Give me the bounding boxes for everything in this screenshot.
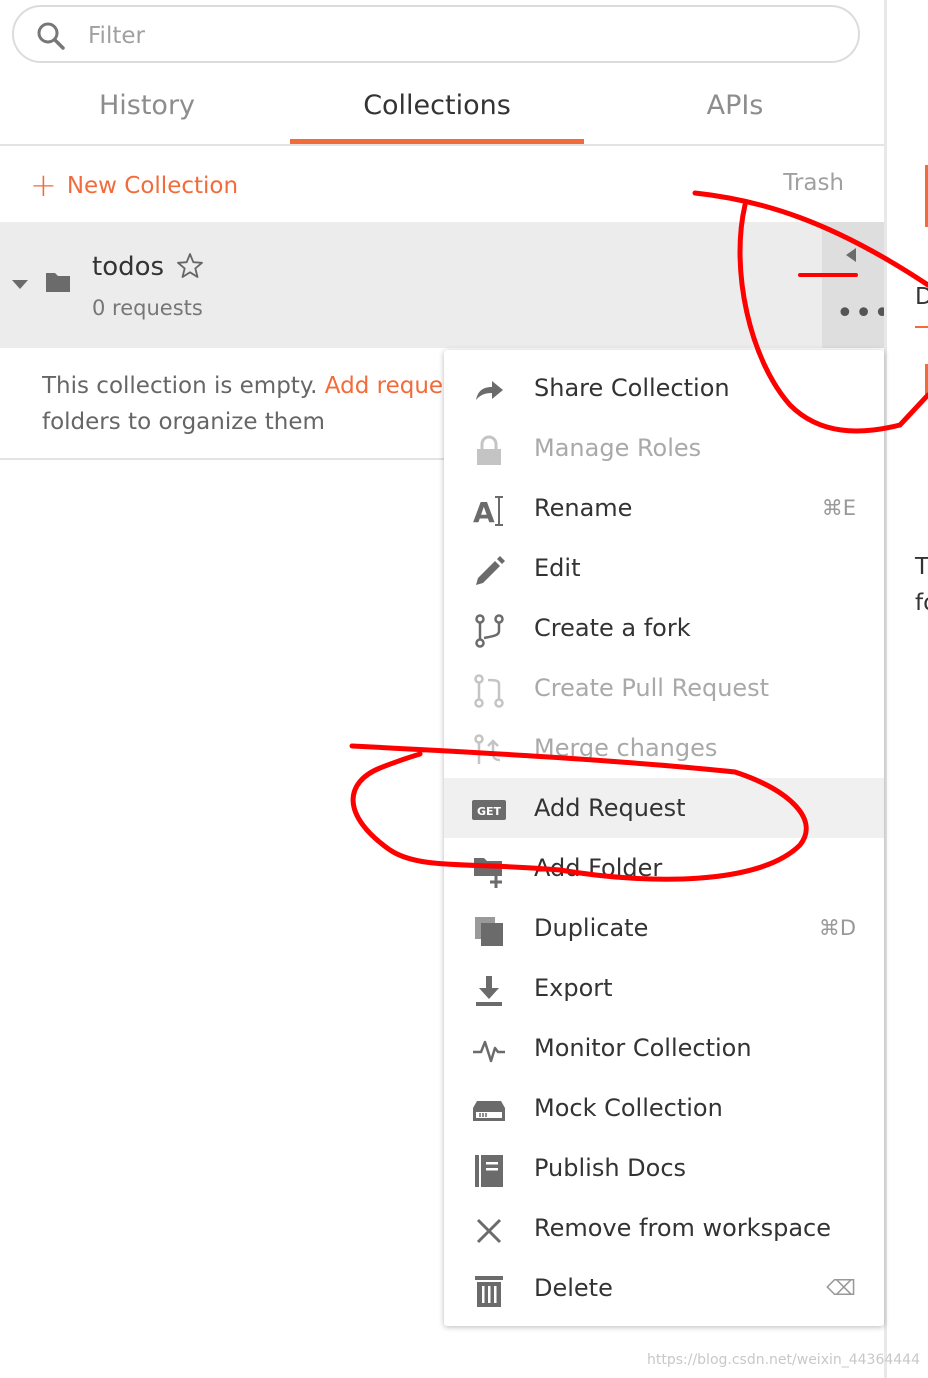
menu-item-share-collection[interactable]: Share Collection: [444, 360, 884, 420]
menu-item-add-folder[interactable]: Add Folder: [444, 840, 884, 900]
right-edge-text: T: [915, 554, 928, 580]
tab-apis[interactable]: APIs: [588, 70, 882, 144]
duplicate-icon: [475, 917, 503, 946]
docs-icon: [475, 1155, 503, 1187]
close-icon: [476, 1218, 502, 1244]
menu-item-label: Mock Collection: [534, 1094, 723, 1122]
add-request-link[interactable]: Add reques: [325, 373, 442, 399]
right-edge-text: D: [915, 284, 928, 310]
menu-item-label: Delete: [534, 1274, 613, 1302]
lock-icon: [477, 435, 501, 465]
menu-item-edit[interactable]: Edit: [444, 540, 884, 600]
menu-item-label: Manage Roles: [534, 434, 702, 462]
empty-collection-message: This collection is empty. Add reques fol…: [42, 368, 442, 440]
merge-icon: [474, 734, 501, 764]
menu-item-label: Monitor Collection: [534, 1034, 752, 1062]
menu-item-export[interactable]: Export: [444, 960, 884, 1020]
menu-item-label: Rename: [534, 494, 633, 522]
shortcut-hint: ⌫: [826, 1276, 856, 1300]
menu-item-label: Add Folder: [534, 854, 663, 882]
trash-icon: [475, 1276, 503, 1307]
menu-item-manage-roles[interactable]: Manage Roles: [444, 420, 884, 480]
main-panel-edge: D T fo: [887, 0, 928, 1378]
folder-icon: [46, 273, 70, 292]
caret-down-icon[interactable]: [12, 280, 28, 289]
trash-link[interactable]: Trash: [783, 170, 844, 196]
collection-row[interactable]: todos 0 requests •••: [0, 222, 891, 348]
rename-icon: A: [473, 496, 503, 528]
share-icon: [476, 381, 503, 400]
star-icon[interactable]: [176, 252, 204, 280]
menu-item-label: Create Pull Request: [534, 674, 770, 702]
tab-history[interactable]: History: [0, 70, 294, 144]
add-folder-icon: [474, 858, 502, 888]
get-badge: GET: [477, 805, 502, 818]
pulse-icon: [473, 1040, 505, 1063]
filter-input[interactable]: [86, 19, 790, 53]
menu-item-delete[interactable]: Delete ⌫: [444, 1260, 884, 1320]
download-icon: [476, 976, 502, 1006]
caret-left-icon[interactable]: [846, 248, 856, 262]
tab-underline: [915, 326, 928, 328]
menu-item-label: Share Collection: [534, 374, 730, 402]
pull-request-icon: [474, 674, 504, 708]
right-edge-text: fo: [915, 590, 928, 616]
menu-item-label: Merge changes: [534, 734, 718, 762]
collection-side-panel: •••: [822, 222, 891, 348]
menu-item-create-fork[interactable]: Create a fork: [444, 600, 884, 660]
empty-text-line2: folders to organize them: [42, 409, 325, 435]
collection-actions: + New Collection Trash: [0, 146, 884, 222]
shortcut-hint: ⌘D: [818, 916, 856, 940]
menu-item-rename[interactable]: A Rename ⌘E: [444, 480, 884, 540]
new-collection-label: New Collection: [66, 173, 239, 199]
collection-name: todos: [92, 252, 165, 282]
menu-item-mock-collection[interactable]: Mock Collection: [444, 1080, 884, 1140]
filter-box: [12, 5, 860, 63]
menu-item-merge-changes[interactable]: Merge changes: [444, 720, 884, 780]
pencil-icon: [476, 556, 505, 585]
shortcut-hint: ⌘E: [821, 496, 856, 520]
search-icon: [37, 22, 65, 50]
fork-icon: [475, 614, 504, 648]
collection-request-count: 0 requests: [92, 296, 203, 320]
watermark: https://blog.csdn.net/weixin_44364444: [646, 1352, 920, 1368]
menu-item-label: Create a fork: [534, 614, 691, 642]
tab-collections[interactable]: Collections: [290, 70, 584, 144]
empty-text: This collection is empty.: [42, 373, 325, 399]
collection-context-menu: Share Collection Manage Roles A Rename ⌘…: [444, 350, 884, 1326]
menu-item-label: Add Request: [534, 794, 686, 822]
menu-item-remove-from-workspace[interactable]: Remove from workspace: [444, 1200, 884, 1260]
menu-item-label: Publish Docs: [534, 1154, 687, 1182]
new-collection-button[interactable]: + New Collection: [30, 166, 238, 204]
menu-item-monitor-collection[interactable]: Monitor Collection: [444, 1020, 884, 1080]
plus-icon: +: [30, 166, 57, 204]
menu-item-label: Export: [534, 974, 613, 1002]
menu-item-label: Edit: [534, 554, 581, 582]
server-icon: [473, 1101, 505, 1121]
menu-item-label: Duplicate: [534, 914, 649, 942]
get-request-icon: GET: [472, 800, 506, 820]
sidebar-tabs: History Collections APIs: [0, 70, 884, 146]
menu-item-publish-docs[interactable]: Publish Docs: [444, 1140, 884, 1200]
menu-item-create-pull-request[interactable]: Create Pull Request: [444, 660, 884, 720]
svg-text:A: A: [473, 496, 495, 528]
menu-item-duplicate[interactable]: Duplicate ⌘D: [444, 900, 884, 960]
divider: [0, 458, 444, 460]
menu-item-add-request[interactable]: GET Add Request: [444, 778, 884, 838]
menu-item-label: Remove from workspace: [534, 1214, 831, 1242]
